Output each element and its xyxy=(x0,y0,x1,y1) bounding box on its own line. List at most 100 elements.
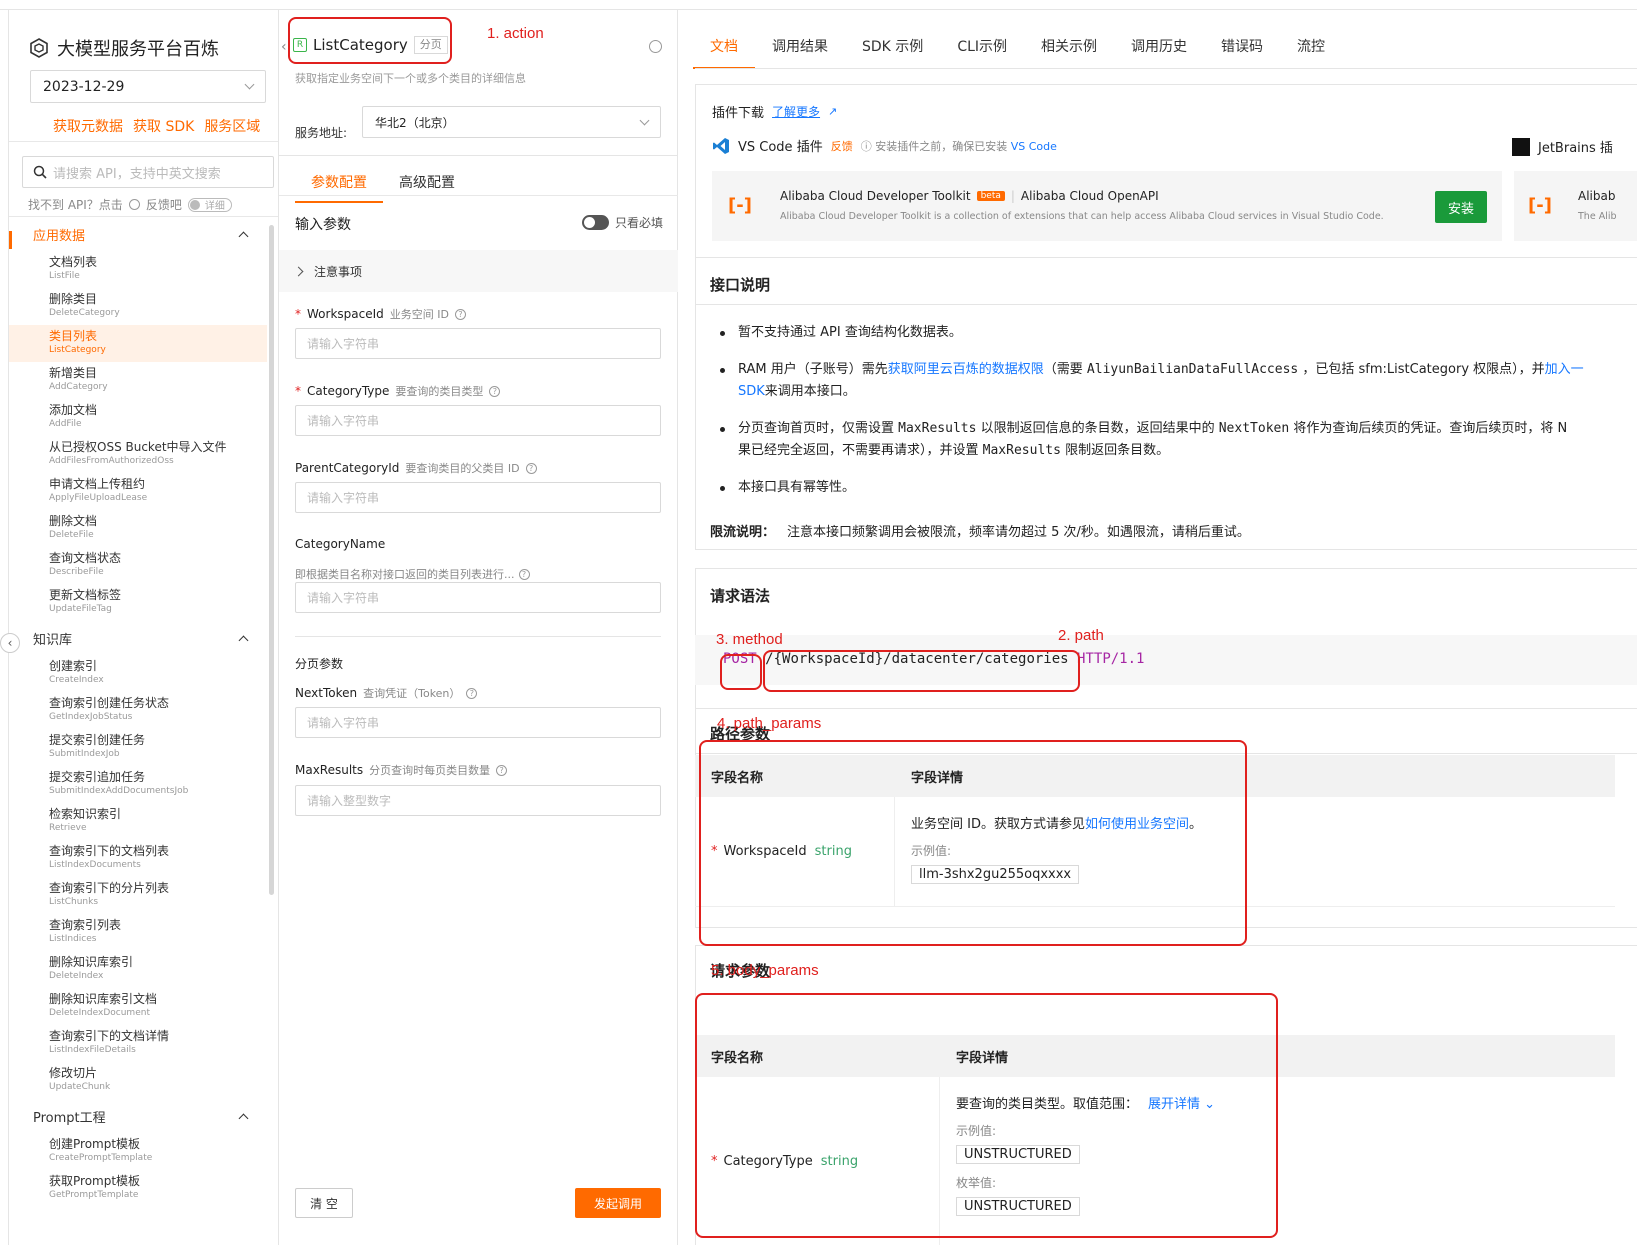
max-results-input[interactable] xyxy=(295,785,661,816)
nav-group-prompt[interactable]: Prompt工程 xyxy=(9,1099,267,1133)
detail-toggle[interactable]: 详细 xyxy=(187,197,232,212)
nav-item-listindexfiledetails[interactable]: 查询索引下的文档详情 ListIndexFileDetails xyxy=(9,1025,267,1062)
api-search-input[interactable]: 请搜索 API，支持中英文搜索 xyxy=(22,156,274,188)
help-icon[interactable]: ? xyxy=(489,385,501,397)
nav-item-addfilesfromauthorizedoss[interactable]: 从已授权OSS Bucket中导入文件 AddFilesFromAuthorize… xyxy=(9,436,267,473)
nav-group-label: Prompt工程 xyxy=(33,1110,106,1126)
nav-item-describefile[interactable]: 查询文档状态 DescribeFile xyxy=(9,547,267,584)
tab-related-examples[interactable]: 相关示例 xyxy=(1024,30,1114,69)
nav-item-retrieve[interactable]: 检索知识索引 Retrieve xyxy=(9,803,267,840)
parent-category-id-input[interactable] xyxy=(295,482,661,513)
nav-item-cn: 检索知识索引 xyxy=(49,807,122,821)
chevron-down-icon xyxy=(244,79,255,90)
sdk-link[interactable]: SDK xyxy=(738,384,765,399)
collapse-sidebar-button[interactable]: ‹ xyxy=(0,633,20,653)
help-icon[interactable]: ? xyxy=(466,687,478,699)
nav-item-cn: 文档列表 xyxy=(49,255,98,269)
tab-call-history[interactable]: 调用历史 xyxy=(1114,30,1204,69)
join-link[interactable]: 加入一 xyxy=(1545,362,1584,377)
get-metadata-link[interactable]: 获取元数据 xyxy=(53,116,123,136)
nav-item-listindices[interactable]: 查询索引列表 ListIndices xyxy=(9,914,267,951)
doc-tabs: 文档 调用结果 SDK 示例 CLI示例 相关示例 调用历史 错误码 流控 xyxy=(693,30,1342,69)
external-link-icon: ↗ xyxy=(828,105,838,118)
divider xyxy=(279,195,678,196)
annotation-box-body-params xyxy=(695,993,1278,1238)
field-hint: 即根据类目名称对接口返回的类目列表进行... xyxy=(295,568,515,581)
nav-item-listchunks[interactable]: 查询索引下的分片列表 ListChunks xyxy=(9,877,267,914)
next-token-input[interactable] xyxy=(295,707,661,738)
tab-docs[interactable]: 文档 xyxy=(693,30,755,69)
divider xyxy=(696,304,1637,305)
nav-item-cn: 提交索引创建任务 xyxy=(49,733,146,747)
required-only-toggle[interactable]: 只看必填 xyxy=(582,214,663,231)
tab-call-result[interactable]: 调用结果 xyxy=(755,30,845,69)
annotation-box-method xyxy=(720,654,762,690)
nav-item-cn: 提交索引追加任务 xyxy=(49,770,146,784)
nav-group-knowledge-base[interactable]: 知识库 xyxy=(9,621,267,655)
nav-item-listcategory[interactable]: 类目列表 ListCategory xyxy=(9,325,267,362)
annotation-label-path: 2. path xyxy=(1058,627,1104,644)
feedback-link[interactable]: 反馈吧 xyxy=(146,196,182,213)
nav-group-app-data[interactable]: 应用数据 xyxy=(9,217,267,251)
workspace-id-input[interactable] xyxy=(295,328,661,359)
nav-item-cn: 删除文档 xyxy=(49,514,98,528)
nav-item-en: AddFilesFromAuthorizedOss xyxy=(49,456,174,466)
nav-item-updatechunk[interactable]: 修改切片 UpdateChunk xyxy=(9,1062,267,1099)
nav-item-listindexdocuments[interactable]: 查询索引下的文档列表 ListIndexDocuments xyxy=(9,840,267,877)
learn-more-link[interactable]: 了解更多 xyxy=(772,103,820,120)
toggle-switch[interactable] xyxy=(582,215,609,230)
vscode-link[interactable]: VS Code xyxy=(1011,140,1057,153)
nav-item-listfile[interactable]: 文档列表 ListFile xyxy=(9,251,267,288)
nav-item-cn: 查询索引创建任务状态 xyxy=(49,696,170,710)
nav-item-cn: 更新文档标签 xyxy=(49,588,122,602)
feedback-link[interactable]: 反馈 xyxy=(831,138,853,154)
feedback-smile-icon[interactable] xyxy=(649,40,662,53)
help-icon[interactable]: ? xyxy=(525,462,537,474)
back-arrow-icon[interactable]: ‹ xyxy=(281,39,287,55)
nav-item-applyfileuploadlease[interactable]: 申请文档上传租约 ApplyFileUploadLease xyxy=(9,473,267,510)
tab-flow-control[interactable]: 流控 xyxy=(1280,30,1342,69)
nav-item-addfile[interactable]: 添加文档 AddFile xyxy=(9,399,267,436)
clear-button[interactable]: 清 空 xyxy=(295,1188,353,1218)
install-button[interactable]: 安装 xyxy=(1435,191,1487,223)
install-note: ⓘ 安装插件之前，确保已安装 VS Code xyxy=(860,139,1057,153)
data-permission-link[interactable]: 获取阿里云百炼的数据权限 xyxy=(888,362,1044,377)
plugin-download-section: 插件下载 了解更多 ↗ VS Code 插件 反馈 ⓘ 安装插件之前，确保已安装… xyxy=(695,84,1637,258)
service-address-select[interactable]: 华北2（北京） xyxy=(362,106,661,138)
nav-item-en: Retrieve xyxy=(49,823,87,833)
nav-item-createindex[interactable]: 创建索引 CreateIndex xyxy=(9,655,267,692)
nav-item-deletefile[interactable]: 删除文档 DeleteFile xyxy=(9,510,267,547)
help-icon[interactable]: ? xyxy=(496,764,508,776)
get-sdk-link[interactable]: 获取 SDK xyxy=(133,116,194,136)
nav-item-deleteindexdocument[interactable]: 删除知识库索引文档 DeleteIndexDocument xyxy=(9,988,267,1025)
invoke-button[interactable]: 发起调用 xyxy=(575,1188,661,1218)
tab-cli-example[interactable]: CLI示例 xyxy=(940,30,1024,69)
nav-item-submitindexadddocumentsjob[interactable]: 提交索引追加任务 SubmitIndexAddDocumentsJob xyxy=(9,766,267,803)
tab-param-config[interactable]: 参数配置 xyxy=(295,160,383,203)
category-type-input[interactable] xyxy=(295,405,661,436)
tab-advanced-config[interactable]: 高级配置 xyxy=(383,160,471,203)
version-date-select[interactable]: 2023-12-29 xyxy=(30,70,266,103)
nav-item-addcategory[interactable]: 新增类目 AddCategory xyxy=(9,362,267,399)
service-region-link[interactable]: 服务区域 xyxy=(204,116,260,136)
install-note-text: 安装插件之前，确保已安装 xyxy=(875,139,1008,153)
nav-item-getprompttemplate[interactable]: 获取Prompt模板 GetPromptTemplate xyxy=(9,1170,267,1207)
tab-sdk-example[interactable]: SDK 示例 xyxy=(845,30,940,69)
nav-item-createprompttemplate[interactable]: 创建Prompt模板 CreatePromptTemplate xyxy=(9,1133,267,1170)
brand-title: 大模型服务平台百炼 xyxy=(57,39,219,60)
category-name-input[interactable] xyxy=(295,582,661,613)
nav-item-deletecategory[interactable]: 删除类目 DeleteCategory xyxy=(9,288,267,325)
nav-item-updatefiletag[interactable]: 更新文档标签 UpdateFileTag xyxy=(9,584,267,621)
search-icon xyxy=(33,165,47,179)
vscode-plugin-row: VS Code 插件 反馈 ⓘ 安装插件之前，确保已安装 VS Code xyxy=(712,136,1057,155)
help-icon[interactable]: ? xyxy=(454,308,466,320)
nav-item-deleteindex[interactable]: 删除知识库索引 DeleteIndex xyxy=(9,951,267,988)
divider xyxy=(9,141,278,142)
sidebar-scrollbar[interactable] xyxy=(269,225,274,895)
notice-collapse[interactable]: 注意事项 xyxy=(279,250,678,292)
help-icon[interactable]: ? xyxy=(518,568,530,580)
nav-item-getindexjobstatus[interactable]: 查询索引创建任务状态 GetIndexJobStatus xyxy=(9,692,267,729)
tab-error-codes[interactable]: 错误码 xyxy=(1204,30,1280,69)
nav-item-submitindexjob[interactable]: 提交索引创建任务 SubmitIndexJob xyxy=(9,729,267,766)
config-tabs: 参数配置 高级配置 xyxy=(295,160,471,203)
